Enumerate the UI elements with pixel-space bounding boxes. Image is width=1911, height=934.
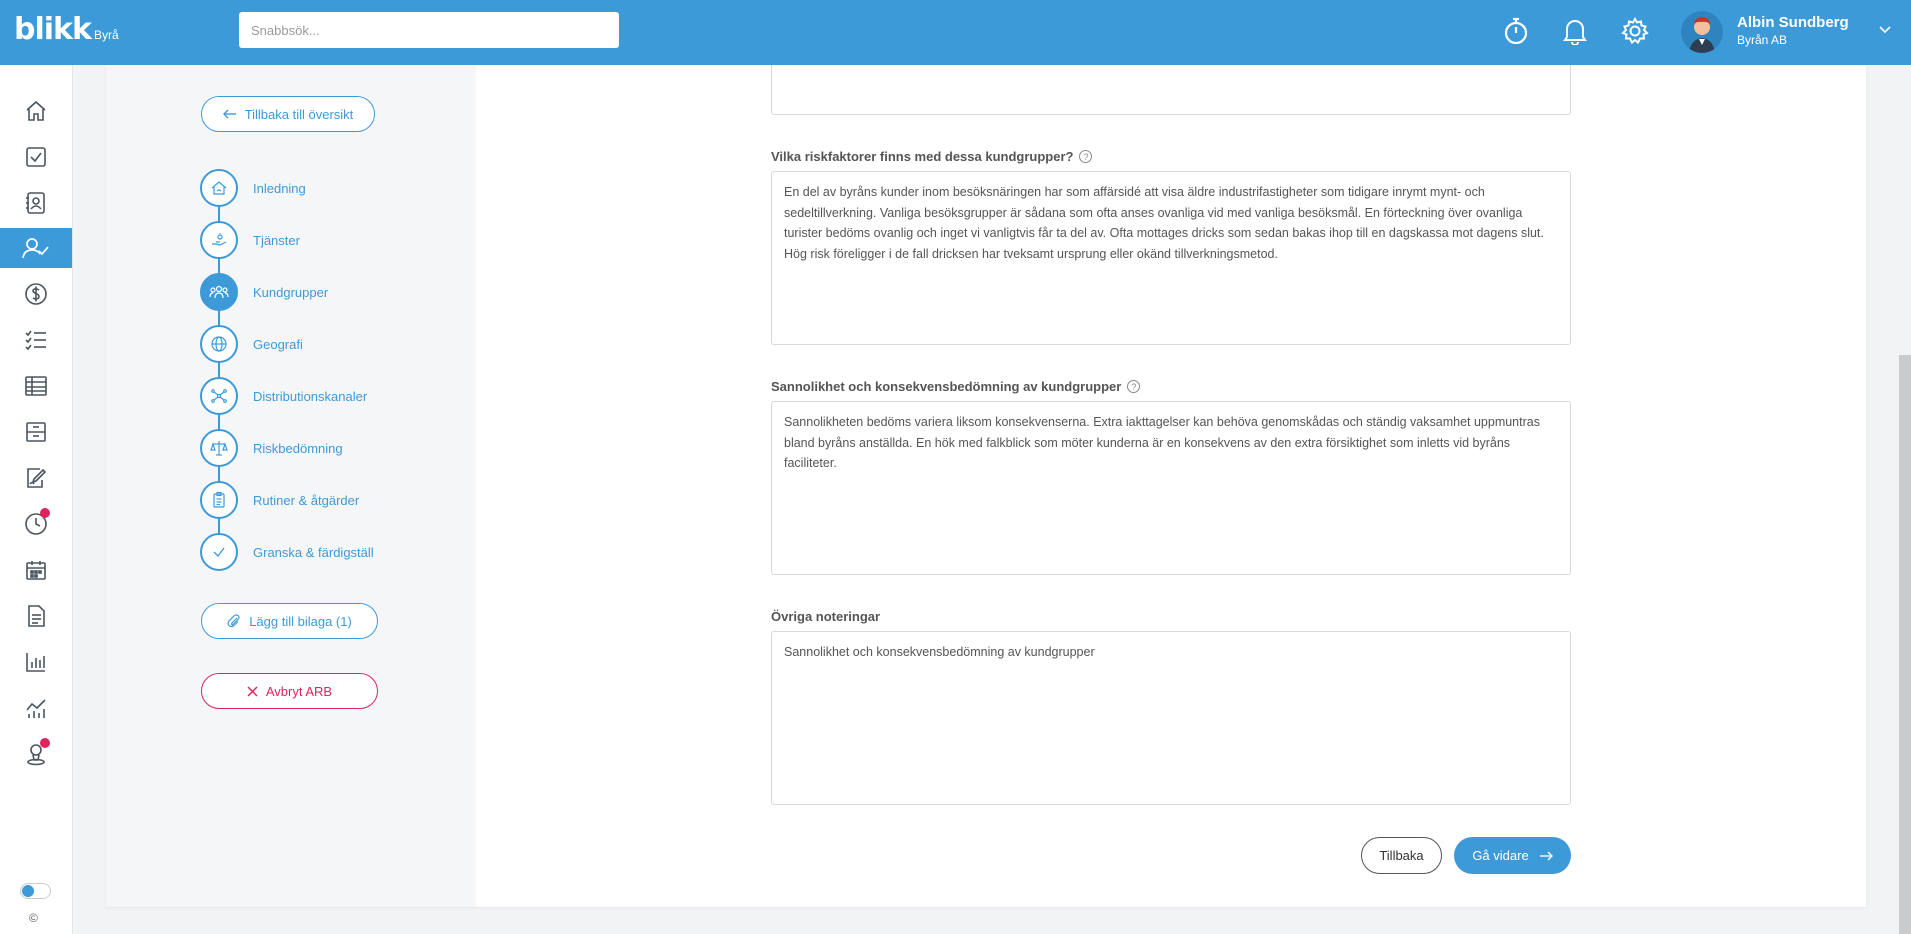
arrow-right-icon [1539,851,1553,860]
step-label: Granska & färdigställ [253,544,374,560]
step-tjanster[interactable]: Tjänster [200,221,300,259]
nav-home-icon[interactable] [0,91,72,131]
step-label: Rutiner & åtgärder [253,492,360,508]
nav-calendar-icon[interactable] [0,550,72,590]
nav-table-icon[interactable] [0,366,72,406]
step-label: Tjänster [253,232,300,248]
toggle-knob [22,885,34,897]
arrow-left-icon [222,109,236,119]
nav-line-chart-icon[interactable] [0,688,72,728]
nav-archive-icon[interactable] [0,412,72,452]
previous-textarea[interactable] [771,65,1571,115]
probability-textarea[interactable]: Sannolikheten bedöms variera liksom kons… [771,401,1571,575]
other-notes-label: Övriga noteringar [771,609,881,624]
avatar[interactable] [1681,11,1723,53]
nav-contacts-icon[interactable] [0,183,72,223]
stopwatch-icon[interactable] [1501,16,1531,46]
notification-badge [40,508,50,518]
check-icon [200,533,238,571]
scrollbar[interactable] [1899,355,1911,934]
nav-checkbox-icon[interactable] [0,137,72,177]
scale-icon [200,429,238,467]
user-organization: Byrån AB [1737,33,1788,47]
logo[interactable]: blikk Byrå [14,12,119,47]
copyright-icon[interactable]: © [29,911,38,925]
bell-icon[interactable] [1560,16,1590,46]
logo-subtext: Byrå [93,28,119,42]
risk-factors-textarea[interactable]: En del av byråns kunder inom besöksnärin… [771,171,1571,345]
network-icon [200,377,238,415]
step-riskbedomning[interactable]: Riskbedömning [200,429,343,467]
gear-icon[interactable] [1620,16,1650,46]
search-input[interactable] [239,12,619,48]
other-notes-textarea[interactable]: Sannolikhet och konsekvensbedömning av k… [771,631,1571,805]
risk-factors-label: Vilka riskfaktorer finns med dessa kundg… [771,149,1093,164]
step-label: Riskbedömning [253,440,343,456]
back-button[interactable]: Tillbaka [1361,837,1442,874]
step-label: Inledning [253,180,306,196]
step-granska-fardigstall[interactable]: Granska & färdigställ [200,533,374,571]
step-label: Geografi [253,336,303,352]
clipboard-icon [200,481,238,519]
theme-toggle[interactable] [20,883,51,899]
nav-dollar-icon[interactable] [0,274,72,314]
add-attachment-label: Lägg till bilaga (1) [249,613,352,629]
logo-text: blikk [14,12,92,47]
help-icon[interactable]: ? [1127,380,1141,393]
nav-user-check-icon[interactable] [0,228,72,268]
step-label: Distributionskanaler [253,388,368,404]
cancel-arb-button[interactable]: Avbryt ARB [201,673,378,709]
step-rutiner-atgarder[interactable]: Rutiner & åtgärder [200,481,359,519]
chevron-down-icon[interactable] [1878,22,1892,40]
step-label: Kundgrupper [253,284,329,300]
nav-document-icon[interactable] [0,596,72,636]
globe-icon [200,325,238,363]
next-button-label: Gå vidare [1472,848,1529,863]
cancel-arb-label: Avbryt ARB [265,683,333,699]
nav-bar-chart-icon[interactable] [0,642,72,682]
nav-clock-icon[interactable] [0,504,72,544]
close-icon [247,685,258,697]
step-distributionskanaler[interactable]: Distributionskanaler [200,377,367,415]
nav-checklist-icon[interactable] [0,320,72,360]
hand-icon [200,221,238,259]
notification-badge [40,738,50,748]
add-attachment-button[interactable]: Lägg till bilaga (1) [201,603,378,639]
people-icon [200,273,238,311]
top-bar: blikk Byrå Albin Sundberg Byrån AB [0,0,1911,65]
nav-signature-icon[interactable] [0,458,72,498]
house-icon [200,169,238,207]
back-to-overview-button[interactable]: Tillbaka till översikt [201,96,375,132]
probability-label-text: Sannolikhet och konsekvensbedömning av k… [771,379,1122,394]
step-inledning[interactable]: Inledning [200,169,306,207]
step-geografi[interactable]: Geografi [200,325,303,363]
user-name[interactable]: Albin Sundberg [1737,14,1849,31]
risk-factors-label-text: Vilka riskfaktorer finns med dessa kundg… [771,149,1074,164]
next-button[interactable]: Gå vidare [1454,837,1571,874]
help-icon[interactable]: ? [1079,150,1093,163]
nav-support-icon[interactable] [0,734,72,774]
paperclip-icon [227,614,240,628]
step-kundgrupper[interactable]: Kundgrupper [200,273,328,311]
back-to-overview-label: Tillbaka till översikt [244,106,354,122]
left-navigation: © [0,65,73,934]
probability-label: Sannolikhet och konsekvensbedömning av k… [771,379,1141,394]
